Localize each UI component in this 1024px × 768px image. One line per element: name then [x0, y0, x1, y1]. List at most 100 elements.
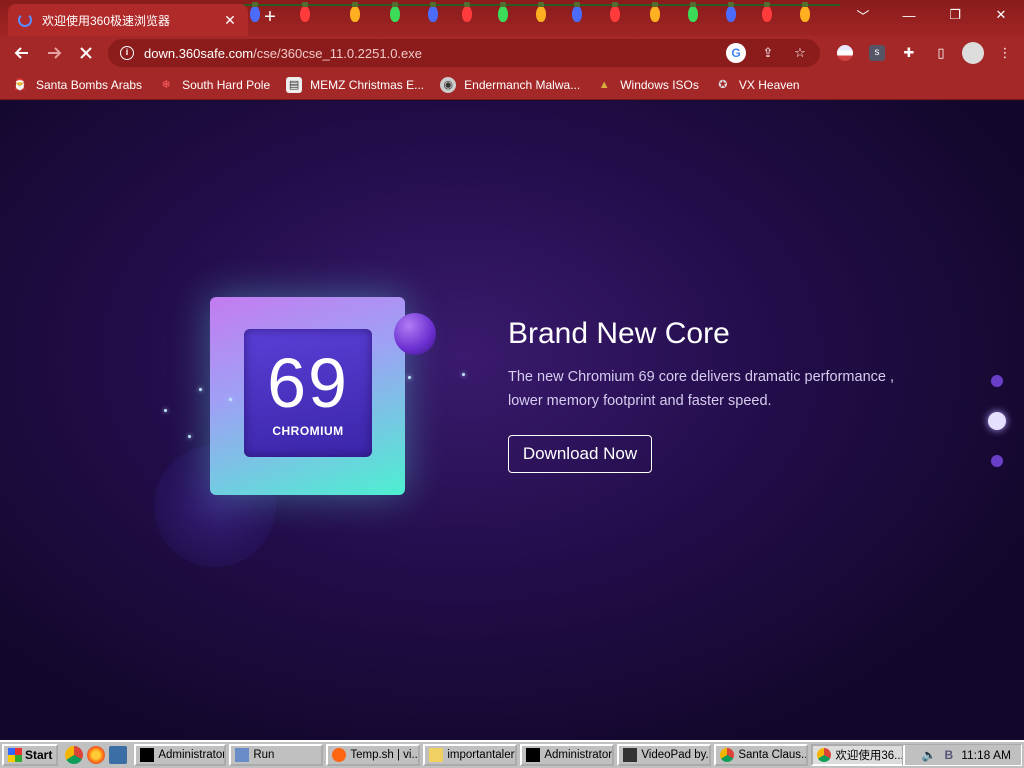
bookmark-memz-christmas[interactable]: ▤ MEMZ Christmas E...	[286, 76, 425, 93]
sparkle	[164, 409, 167, 412]
cmd-icon	[526, 748, 541, 762]
memz-icon: ▤	[286, 76, 303, 93]
snowflake-icon: ❄	[161, 79, 171, 91]
chip-label: CHROMIUM	[272, 424, 344, 438]
bookmark-star-icon[interactable]: ☆	[790, 43, 810, 63]
bulb	[726, 2, 736, 22]
bookmark-label: Santa Bombs Arabs	[36, 77, 143, 92]
tray-app-icon[interactable]: B	[945, 748, 954, 762]
taskbar-item-label: Administrator...	[544, 749, 615, 761]
hero-headline: Brand New Core	[508, 317, 730, 350]
avatar-icon	[962, 42, 984, 64]
download-now-button[interactable]: Download Now	[508, 435, 652, 473]
sparkle	[229, 398, 232, 401]
new-tab-button[interactable]: +	[258, 6, 282, 30]
back-button[interactable]	[6, 38, 38, 68]
slide-dot-2-active[interactable]	[988, 412, 1006, 430]
bookmark-label: VX Heaven	[738, 77, 800, 92]
active-tab[interactable]: 欢迎使用360极速浏览器 ✕	[8, 4, 248, 36]
firefox-icon[interactable]	[87, 746, 106, 764]
close-window-button[interactable]: ✕	[978, 0, 1024, 30]
windows-logo-icon	[8, 748, 22, 762]
taskbar-item-active[interactable]: 欢迎使用36...	[811, 744, 906, 766]
flag-extension-icon[interactable]	[834, 39, 856, 67]
taskbar-item[interactable]: Temp.sh | vi...	[326, 744, 421, 766]
extension-icons: s ✚ ▯ ⋮	[834, 39, 1016, 67]
slide-dot-3[interactable]	[991, 455, 1003, 467]
forward-button[interactable]	[38, 38, 70, 68]
bookmarks-bar: 🎅 Santa Bombs Arabs ❄ South Hard Pole ▤ …	[0, 70, 1024, 100]
bulb	[610, 2, 620, 22]
site-info-icon[interactable]: i	[120, 46, 134, 60]
profile-avatar[interactable]	[962, 39, 984, 67]
puzzle-icon[interactable]: ✚	[898, 39, 920, 67]
tab-title: 欢迎使用360极速浏览器	[42, 13, 171, 28]
window-controls: ﹀ — ❐ ✕	[840, 0, 1024, 30]
menu-kebab-icon[interactable]: ⋮	[994, 39, 1016, 67]
restore-button[interactable]: ❐	[932, 0, 978, 30]
santa-icon: 🎅	[13, 79, 27, 91]
url-path: /cse/360cse_11.0.2251.0.exe	[253, 45, 423, 61]
taskbar-item[interactable]: importantalert	[423, 744, 518, 766]
clock: 11:18 AM	[961, 748, 1011, 762]
bookmark-vx-heaven[interactable]: ✪ VX Heaven	[715, 77, 800, 93]
chrome-icon	[720, 748, 735, 762]
bulb	[428, 2, 438, 22]
bulb	[800, 2, 810, 22]
start-button[interactable]: Start	[2, 744, 59, 766]
share-icon[interactable]: ⇪	[758, 43, 778, 63]
quick-launch	[61, 746, 131, 764]
bookmark-windows-isos[interactable]: ▲ Windows ISOs	[596, 77, 699, 93]
hero-description: The new Chromium 69 core delivers dramat…	[508, 369, 895, 409]
google-icon[interactable]: G	[726, 43, 746, 63]
taskbar-item[interactable]: VideoPad by...	[617, 744, 712, 766]
bookmark-south-hard-pole[interactable]: ❄ South Hard Pole	[158, 77, 270, 93]
arrow-right-icon	[48, 47, 62, 59]
taskbar-item-label: VideoPad by...	[641, 749, 712, 761]
sparkle	[462, 373, 465, 376]
chip-number: 69	[267, 344, 349, 422]
taskbar-item[interactable]: Run	[229, 744, 324, 766]
bookmark-label: Endermanch Malwa...	[464, 77, 581, 92]
bulb	[650, 2, 660, 22]
sidepanel-icon[interactable]: ▯	[930, 39, 952, 67]
taskbar-item-label: 欢迎使用36...	[835, 750, 904, 762]
taskbar-item-label: importantalert	[447, 749, 518, 761]
taskbar-item-label: Santa Claus...	[738, 749, 809, 761]
taskbar-item[interactable]: Administrator...	[520, 744, 615, 766]
bookmark-label: South Hard Pole	[182, 77, 271, 92]
s-extension-icon[interactable]: s	[866, 39, 888, 67]
bulb	[350, 2, 360, 22]
stop-icon	[80, 47, 92, 59]
christmas-lights-decoration	[240, 0, 840, 36]
volume-icon[interactable]: 🔈	[922, 748, 937, 762]
bookmark-label: MEMZ Christmas E...	[310, 77, 425, 92]
taskbar-item[interactable]: Administrator...	[134, 744, 227, 766]
address-bar[interactable]: i down.360safe.com/cse/360cse_11.0.2251.…	[108, 39, 820, 67]
bulb	[498, 2, 508, 22]
bulb	[300, 2, 310, 22]
bookmark-santa-bombs-arabs[interactable]: 🎅 Santa Bombs Arabs	[12, 77, 142, 93]
tab-strip: 欢迎使用360极速浏览器 ✕ + ﹀ — ❐ ✕	[0, 0, 1024, 36]
chrome-icon[interactable]	[65, 746, 84, 764]
flag-icon	[837, 45, 853, 61]
taskbar-item[interactable]: Santa Claus...	[714, 744, 809, 766]
loading-spinner-icon	[18, 13, 32, 27]
system-tray: 🔈 B 11:18 AM	[902, 744, 1022, 766]
tab-search-button[interactable]: ﹀	[840, 0, 886, 30]
taskbar-item-label: Temp.sh | vi...	[350, 749, 421, 761]
minimize-button[interactable]: —	[886, 0, 932, 30]
taskbar-item-label: Administrator...	[158, 749, 226, 761]
arrow-left-icon	[14, 47, 28, 59]
bookmark-endermanch-malware[interactable]: ◉ Endermanch Malwa...	[440, 76, 581, 93]
slide-dot-1[interactable]	[991, 375, 1003, 387]
close-tab-icon[interactable]: ✕	[222, 12, 238, 29]
sparkle	[188, 435, 191, 438]
cmd-icon	[140, 748, 155, 762]
desktop-icon[interactable]	[109, 746, 128, 764]
folder-icon	[429, 748, 444, 762]
sparkle	[408, 376, 411, 379]
chromium-chip-logo: 69 CHROMIUM	[244, 329, 372, 457]
stop-loading-button[interactable]	[70, 38, 102, 68]
page-content: 69 CHROMIUM Brand New Core The new Chrom…	[0, 101, 1024, 740]
